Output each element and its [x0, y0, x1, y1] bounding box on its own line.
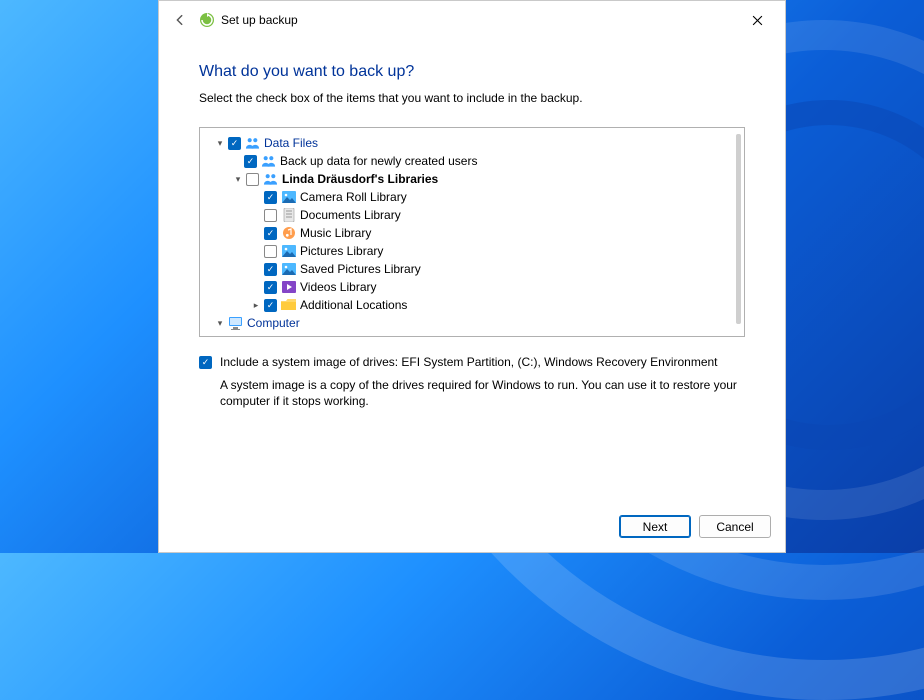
tree-label: Additional Locations — [300, 298, 407, 312]
scrollbar[interactable] — [736, 134, 741, 324]
computer-icon — [228, 316, 243, 330]
picture-icon — [281, 262, 296, 276]
tree-label: Back up data for newly created users — [280, 154, 477, 168]
tree-node-library[interactable]: Pictures Library — [200, 242, 744, 260]
page-heading: What do you want to back up? — [199, 63, 745, 81]
checkbox-new-users[interactable] — [244, 155, 257, 168]
window-title: Set up backup — [221, 13, 298, 27]
checkbox-data-files[interactable] — [228, 137, 241, 150]
checkbox-library[interactable] — [264, 191, 277, 204]
tree-node-computer[interactable]: ▾ Computer — [200, 314, 744, 332]
chevron-down-icon[interactable]: ▾ — [214, 137, 226, 149]
tree-label: Computer — [247, 316, 300, 330]
tree-label: Documents Library — [300, 208, 401, 222]
titlebar: Set up backup — [159, 1, 785, 39]
tree-node-user-libraries[interactable]: ▾ Linda Dräusdorf's Libraries — [200, 170, 744, 188]
tree-label: Data Files — [264, 136, 318, 150]
picture-icon — [281, 244, 296, 258]
music-icon — [281, 226, 296, 240]
checkbox-library[interactable] — [264, 245, 277, 258]
back-button[interactable] — [171, 11, 189, 29]
checkbox-system-image[interactable] — [199, 356, 212, 369]
chevron-down-icon[interactable]: ▾ — [214, 317, 226, 329]
chevron-down-icon[interactable]: ▾ — [232, 173, 244, 185]
checkbox-library[interactable] — [264, 209, 277, 222]
dialog-footer: Next Cancel — [159, 505, 785, 552]
users-icon — [245, 136, 260, 150]
backup-wizard-dialog: Set up backup What do you want to back u… — [158, 0, 786, 553]
checkbox-additional[interactable] — [264, 299, 277, 312]
backup-items-tree[interactable]: ▾ Data Files Back up data for newly crea… — [199, 127, 745, 337]
tree-node-new-users[interactable]: Back up data for newly created users — [200, 152, 744, 170]
checkbox-user-libraries[interactable] — [246, 173, 259, 186]
checkbox-library[interactable] — [264, 263, 277, 276]
system-image-description: A system image is a copy of the drives r… — [220, 377, 745, 409]
content-area: What do you want to back up? Select the … — [159, 39, 785, 505]
checkbox-library[interactable] — [264, 281, 277, 294]
backup-app-icon — [199, 12, 215, 28]
document-icon — [281, 208, 296, 222]
instruction-text: Select the check box of the items that y… — [199, 91, 745, 105]
tree-label: Pictures Library — [300, 244, 383, 258]
system-image-label: Include a system image of drives: EFI Sy… — [220, 355, 718, 369]
tree-label: Saved Pictures Library — [300, 262, 421, 276]
tree-node-library[interactable]: Music Library — [200, 224, 744, 242]
tree-label: Videos Library — [300, 280, 377, 294]
users-icon — [261, 154, 276, 168]
video-icon — [281, 280, 296, 294]
cancel-button[interactable]: Cancel — [699, 515, 771, 538]
tree-node-library[interactable]: Videos Library — [200, 278, 744, 296]
tree-label: Linda Dräusdorf's Libraries — [282, 172, 438, 186]
tree-node-library[interactable]: Saved Pictures Library — [200, 260, 744, 278]
tree-node-data-files[interactable]: ▾ Data Files — [200, 134, 744, 152]
close-button[interactable] — [735, 5, 779, 35]
tree-label: Camera Roll Library — [300, 190, 407, 204]
system-image-option[interactable]: Include a system image of drives: EFI Sy… — [199, 355, 745, 369]
tree-label: Music Library — [300, 226, 371, 240]
tree-node-library[interactable]: Camera Roll Library — [200, 188, 744, 206]
tree-node-library[interactable]: Documents Library — [200, 206, 744, 224]
checkbox-library[interactable] — [264, 227, 277, 240]
folder-icon — [281, 298, 296, 312]
picture-icon — [281, 190, 296, 204]
users-icon — [263, 172, 278, 186]
next-button[interactable]: Next — [619, 515, 691, 538]
chevron-right-icon[interactable]: ▸ — [250, 299, 262, 311]
tree-node-additional-locations[interactable]: ▸ Additional Locations — [200, 296, 744, 314]
